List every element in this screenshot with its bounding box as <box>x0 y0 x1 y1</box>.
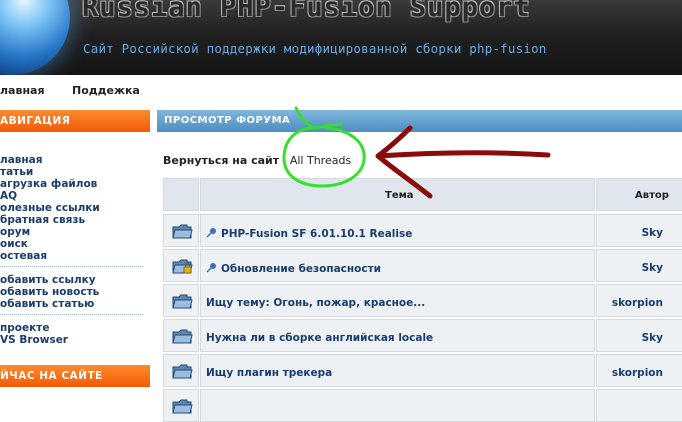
folder-icon <box>172 224 193 239</box>
thread-author-link[interactable]: Sky <box>642 332 663 344</box>
sidebar-item-faq[interactable]: AQ <box>0 190 17 202</box>
header-icon-cell <box>163 178 199 211</box>
row-topic-cell: Нужна ли в сборке английская locale <box>200 319 595 352</box>
site-subtitle: Сайт Российской поддержки модифицированн… <box>83 41 547 56</box>
forum-panel-title: ПРОСМОТР ФОРУМА <box>164 115 291 126</box>
thread-author-link[interactable]: skorpion <box>612 297 663 309</box>
header-topic-cell: Тема <box>200 178 595 211</box>
thread-title: Обновление безопасности <box>221 263 382 275</box>
thread-author-link[interactable]: skorpion <box>612 367 663 379</box>
sidebar-item-add-link[interactable]: обавить ссылку <box>0 274 96 286</box>
folder-icon <box>172 294 193 309</box>
forum-links-bar: Вернуться на сайт | All Threads <box>163 154 351 167</box>
sidebar-item-feedback[interactable]: братная связь <box>0 214 85 226</box>
table-row[interactable]: Ищу тему: Огонь, пожар, красное... skorp… <box>163 284 682 317</box>
top-navigation: лавная Поддежка <box>0 75 682 103</box>
row-author-cell: Sky <box>596 319 682 352</box>
sidebar-item-vs-browser[interactable]: VS Browser <box>0 334 68 346</box>
all-threads-link[interactable]: All Threads <box>290 154 351 167</box>
row-author-cell <box>596 389 682 422</box>
locked-folder-icon <box>172 259 193 274</box>
sidebar-item-about[interactable]: проекте <box>0 322 49 334</box>
thread-author-link[interactable]: Sky <box>642 227 663 239</box>
sidebar-divider <box>0 266 143 268</box>
thread-title: PHP-Fusion SF 6.01.10.1 Realise <box>221 228 413 240</box>
row-topic-cell: Ищу плагин трекера <box>200 354 595 387</box>
sidebar-item-add-article[interactable]: обавить статью <box>0 298 94 310</box>
table-row[interactable]: PHP-Fusion SF 6.01.10.1 Realise Sky <box>163 214 682 247</box>
thread-title-link[interactable]: PHP-Fusion SF 6.01.10.1 Realise <box>206 227 412 240</box>
site-title: Russian PHP-Fusion Support <box>82 0 531 23</box>
thread-title-link[interactable]: Обновление безопасности <box>206 262 381 275</box>
row-topic-cell: PHP-Fusion SF 6.01.10.1 Realise <box>200 214 595 247</box>
sidebar-divider <box>0 314 143 316</box>
header-topic: Тема <box>385 190 414 201</box>
topnav-support-link[interactable]: Поддежка <box>72 84 140 97</box>
sidebar-item-add-news[interactable]: обавить новость <box>0 286 99 298</box>
online-panel-title: ЙЧАС НА САЙТЕ <box>0 370 103 382</box>
topnav-home-link[interactable]: лавная <box>0 84 45 97</box>
sidebar-item-guestbook[interactable]: остевая <box>0 250 47 262</box>
row-author-cell: skorpion <box>596 354 682 387</box>
forum-panel-header: ПРОСМОТР ФОРУМА <box>157 110 682 132</box>
header-author: Автор <box>635 190 669 201</box>
links-separator: | <box>282 154 287 167</box>
online-panel-header: ЙЧАС НА САЙТЕ <box>0 365 150 387</box>
row-icon-cell <box>163 284 199 317</box>
row-icon-cell <box>163 354 199 387</box>
sidebar-item-downloads[interactable]: агрузка файлов <box>0 178 97 190</box>
pin-icon <box>206 228 216 238</box>
folder-icon <box>172 364 193 379</box>
folder-icon <box>172 329 193 344</box>
table-row[interactable]: Ищу плагин трекера skorpion <box>163 354 682 387</box>
row-author-cell: Sky <box>596 249 682 282</box>
thread-title-link[interactable]: Ищу тему: Огонь, пожар, красное... <box>206 297 425 309</box>
row-topic-cell <box>200 389 595 422</box>
row-icon-cell <box>163 389 199 422</box>
row-author-cell: skorpion <box>596 284 682 317</box>
table-row[interactable]: Нужна ли в сборке английская locale Sky <box>163 319 682 352</box>
row-topic-cell: Ищу тему: Огонь, пожар, красное... <box>200 284 595 317</box>
sidebar-item-search[interactable]: оиск <box>0 238 28 250</box>
site-header: Russian PHP-Fusion Support Сайт Российск… <box>0 0 682 75</box>
row-icon-cell <box>163 214 199 247</box>
header-author-cell: Автор <box>596 178 682 211</box>
thread-title-link[interactable]: Ищу плагин трекера <box>206 367 332 379</box>
sidebar-item-home[interactable]: лавная <box>0 154 43 166</box>
row-icon-cell <box>163 249 199 282</box>
sidebar-item-articles[interactable]: татьи <box>0 166 33 178</box>
table-row[interactable]: Обновление безопасности Sky <box>163 249 682 282</box>
row-topic-cell: Обновление безопасности <box>200 249 595 282</box>
sidebar-item-links[interactable]: олезные ссылки <box>0 202 100 214</box>
navigation-panel-title: АВИГАЦИЯ <box>0 115 71 127</box>
table-header-row: Тема Автор <box>163 178 682 211</box>
thread-author-link[interactable]: Sky <box>642 262 663 274</box>
sidebar-item-forum[interactable]: орум <box>0 226 30 238</box>
back-to-site-link[interactable]: Вернуться на сайт <box>163 154 279 167</box>
pin-icon <box>206 263 216 273</box>
folder-icon <box>172 399 193 414</box>
table-row[interactable] <box>163 389 682 422</box>
row-icon-cell <box>163 319 199 352</box>
thread-title-link[interactable]: Нужна ли в сборке английская locale <box>206 332 433 344</box>
row-author-cell: Sky <box>596 214 682 247</box>
navigation-panel-header: АВИГАЦИЯ <box>0 110 150 132</box>
